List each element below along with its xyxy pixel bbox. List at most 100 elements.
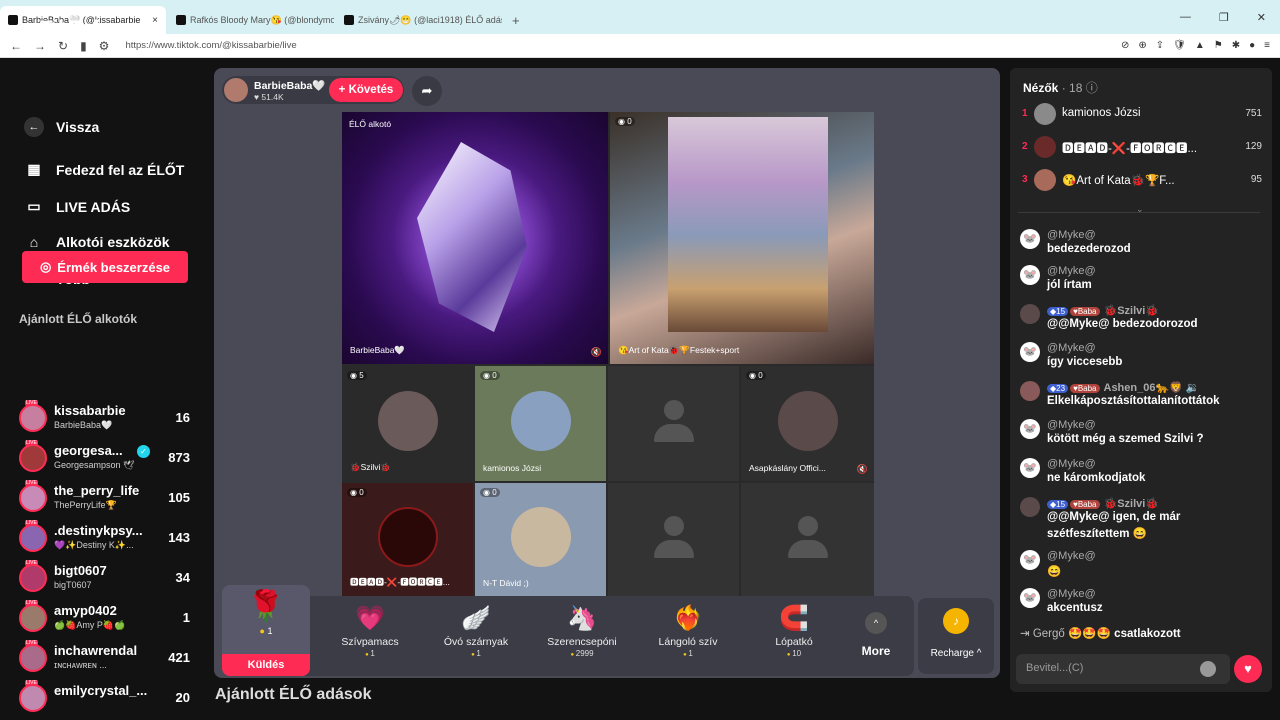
nav-live-adas[interactable]: ▭ LIVE ADÁS bbox=[24, 198, 130, 215]
tiktok-note-icon: ♪ bbox=[26, 17, 36, 40]
nav-explore-live[interactable]: ▦ Fedezd fel az ÉLŐT bbox=[24, 161, 184, 178]
share-button[interactable]: ➦ bbox=[412, 76, 442, 106]
chat-user[interactable]: @Myke@ bbox=[1047, 419, 1096, 431]
extensions-icon[interactable]: ✱ bbox=[1232, 40, 1240, 51]
guest-tile[interactable]: ◉ 0 🅳🅴🅰🅳-❌-🅵🅾🆁🅲🅴... bbox=[342, 483, 473, 596]
rewards-icon[interactable]: ▲ bbox=[1195, 40, 1205, 51]
recommended-item[interactable]: LIVE .destinykpsy... 💜✨Destiny K✨... 143 bbox=[19, 520, 195, 556]
gift-name: Óvó szárnyak bbox=[443, 636, 509, 648]
join-icon: ⇥ bbox=[1020, 628, 1030, 640]
recharge-label: Recharge ^ bbox=[930, 648, 982, 659]
chat-user[interactable]: 🐞Szilvi🐞 bbox=[1104, 498, 1160, 510]
new-tab-button[interactable]: + bbox=[504, 6, 528, 34]
live-badge: LIVE bbox=[25, 400, 38, 406]
top-viewer[interactable]: 2 🅳🅴🅰🅳-❌-🅵🅾🆁🅲🅴... 129 bbox=[1022, 136, 1262, 160]
more-gifts-button[interactable]: ^ More bbox=[852, 598, 900, 674]
top-viewer[interactable]: 1 kamionos Józsi 751 bbox=[1022, 103, 1262, 127]
recommended-item[interactable]: LIVE bigt0607 bigT0607 34 bbox=[19, 560, 195, 596]
recharge-button[interactable]: ♪ Recharge ^ bbox=[918, 598, 994, 674]
empty-seat[interactable] bbox=[608, 483, 739, 596]
minimize-icon[interactable]: — bbox=[1180, 11, 1191, 23]
guest-video-art-of-kata[interactable]: ◉ 0 😘Art of Kata🐞🏆Festek+sport bbox=[610, 112, 874, 364]
nav-creator-tools[interactable]: ⌂ Alkotói eszközök bbox=[24, 234, 170, 250]
share-arrow-icon: ➦ bbox=[421, 83, 433, 98]
viewers-header[interactable]: Nézők · 18 ⓘ bbox=[1023, 79, 1098, 96]
chevron-down-icon[interactable]: ⌄ bbox=[1136, 204, 1144, 215]
chat-user[interactable]: @Myke@ bbox=[1047, 550, 1096, 562]
top-viewer[interactable]: 3 😘Art of Kata🐞🏆F... 95 bbox=[1022, 169, 1262, 193]
gift-price: 1 bbox=[322, 649, 418, 658]
zoom-icon[interactable]: ⊕ bbox=[1138, 40, 1146, 51]
viewer-count: 1 bbox=[182, 610, 190, 625]
crystal-image bbox=[417, 142, 527, 332]
gift-price: 2999 bbox=[534, 649, 630, 658]
gift-item[interactable]: 💗 Szívpamacs1 bbox=[322, 598, 418, 674]
avatar bbox=[19, 444, 47, 472]
gift-item[interactable]: 🧲 Lópatkó10 bbox=[746, 598, 842, 674]
guest-name: 🅳🅴🅰🅳-❌-🅵🅾🆁🅲🅴... bbox=[350, 577, 450, 587]
guest-tile[interactable]: ◉ 0 N-T Dávid ;) bbox=[475, 483, 606, 596]
guest-tile[interactable]: ◉ 5 🐞Szilvi🐞 bbox=[342, 366, 473, 481]
empty-seat[interactable] bbox=[741, 483, 874, 596]
tiktok-logo[interactable]: ♪ TikTok bbox=[26, 17, 106, 41]
guest-tile[interactable]: ◉ 0 Asapkáslány Offici... 🔇 bbox=[741, 366, 874, 481]
tab-blondymo[interactable]: Rafkós Bloody Mary😘 (@blondymo bbox=[168, 6, 334, 34]
creator-name: the_perry_life bbox=[54, 483, 140, 498]
recommended-item[interactable]: LIVE amyp0402 🍏🍓Amy P🍓🍏 1 bbox=[19, 600, 195, 636]
close-window-icon[interactable]: ✕ bbox=[1257, 11, 1266, 24]
profile-icon[interactable]: ● bbox=[1249, 40, 1255, 51]
translate-icon[interactable]: ⚑ bbox=[1214, 40, 1223, 51]
recommended-item[interactable]: LIVE emilycrystal_... 20 bbox=[19, 680, 195, 716]
tab-laci1918[interactable]: Zsivány🌶😁 (@laci1918) ÉLŐ adás bbox=[336, 6, 502, 34]
send-gift-button[interactable]: Küldés bbox=[222, 654, 310, 676]
recommended-item[interactable]: LIVE kissabarbie BarbieBaba🤍 16 bbox=[19, 400, 195, 436]
guest-avatar bbox=[777, 391, 838, 452]
recommended-item[interactable]: LIVE georgesa... ✓ Georgesampson 🕊 873 bbox=[19, 440, 195, 476]
close-tab-icon[interactable]: × bbox=[152, 15, 158, 26]
avatar bbox=[1034, 169, 1056, 191]
joined-user[interactable]: Gergő 🤩🤩🤩 bbox=[1033, 628, 1111, 640]
extension-icon[interactable]: ⊘ bbox=[1121, 40, 1129, 51]
chat-user[interactable]: @Myke@ bbox=[1047, 265, 1096, 277]
live-badge: LIVE bbox=[25, 520, 38, 526]
host-video[interactable]: ÉLŐ alkotó BarbieBaba🤍 🔇 bbox=[342, 112, 608, 364]
host-likes: ♥ 51.4K bbox=[254, 92, 284, 102]
chat-user[interactable]: @Myke@ bbox=[1047, 342, 1096, 354]
gift-item[interactable]: ❤️‍🔥 Lángoló szív1 bbox=[640, 598, 736, 674]
gift-item[interactable]: 🦄 Szerencsepóni2999 bbox=[534, 598, 630, 674]
back-icon[interactable]: ← bbox=[10, 39, 22, 53]
gift-name: Lópatkó bbox=[775, 636, 813, 648]
brave-shield-icon[interactable]: 🛡 bbox=[1173, 40, 1186, 51]
gift-price: 10 bbox=[746, 649, 842, 658]
emoji-icon[interactable] bbox=[1200, 661, 1216, 677]
logo-text: TikTok bbox=[40, 17, 106, 40]
viewer-rank: 3 bbox=[1022, 174, 1028, 185]
follow-button[interactable]: + Követés bbox=[329, 78, 403, 102]
fan-badge: ♥Baba bbox=[1070, 307, 1100, 316]
guest-tile[interactable]: ◉ 0 kamionos Józsi bbox=[475, 366, 606, 481]
viewer-score: 751 bbox=[1245, 108, 1262, 119]
gift-price: 1 bbox=[428, 649, 524, 658]
chat-user-line: ◆15 ♥Baba 🐞Szilvi🐞 bbox=[1047, 497, 1159, 510]
get-coins-button[interactable]: ◎ Érmék beszerzése bbox=[22, 251, 188, 283]
menu-icon[interactable]: ≡ bbox=[1264, 40, 1270, 51]
url-field[interactable]: https://www.tiktok.com/@kissabarbie/live bbox=[125, 40, 296, 51]
chat-user[interactable]: Ashen_06🐆🦁 🔉 bbox=[1104, 382, 1200, 394]
back-button[interactable]: ← Vissza bbox=[24, 117, 99, 137]
share-icon[interactable]: ⇪ bbox=[1156, 40, 1164, 51]
chat-input[interactable]: Bevitel...(C) bbox=[1016, 654, 1230, 684]
recommended-item[interactable]: LIVE the_perry_life ThePerryLife🏆 105 bbox=[19, 480, 195, 516]
chat-text: 😄 bbox=[1047, 566, 1062, 578]
empty-seat[interactable] bbox=[608, 366, 739, 481]
chat-user[interactable]: @Myke@ bbox=[1047, 229, 1096, 241]
maximize-icon[interactable]: ❐ bbox=[1219, 11, 1229, 24]
chat-user-line: ◆23 ♥Baba Ashen_06🐆🦁 🔉 bbox=[1047, 381, 1200, 394]
chat-user[interactable]: @Myke@ bbox=[1047, 458, 1096, 470]
chat-text: így viccesebb bbox=[1047, 356, 1123, 368]
chat-user[interactable]: 🐞Szilvi🐞 bbox=[1104, 305, 1160, 317]
viewer-count: 34 bbox=[175, 570, 190, 585]
recommended-item[interactable]: LIVE inchawrendal ɪɴᴄʜᴀᴡʀᴇɴ ... 421 bbox=[19, 640, 195, 676]
gift-item[interactable]: 🪽 Óvó szárnyak1 bbox=[428, 598, 524, 674]
heart-like-button[interactable]: ♥ bbox=[1234, 655, 1262, 683]
chat-user[interactable]: @Myke@ bbox=[1047, 588, 1096, 600]
